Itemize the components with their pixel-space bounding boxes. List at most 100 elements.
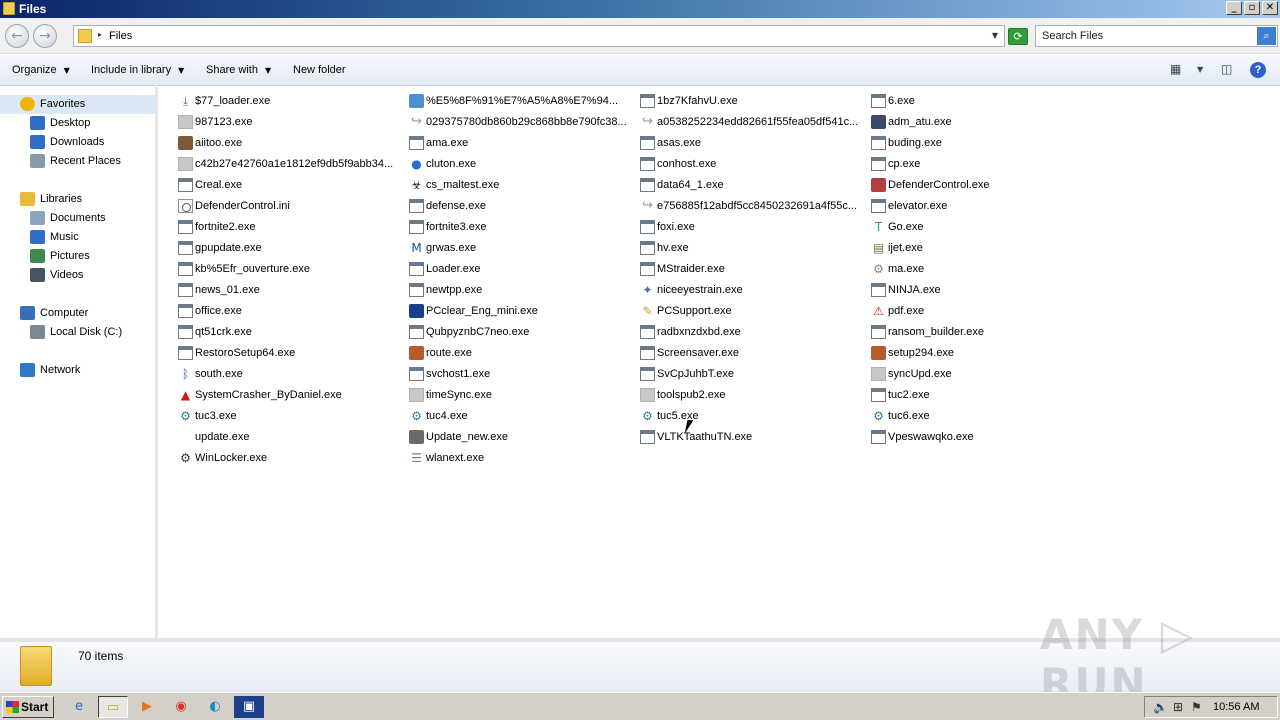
file-item[interactable]: ama.exe: [409, 134, 631, 153]
file-item[interactable]: ✎ PCSupport.exe: [640, 302, 862, 321]
file-item[interactable]: newtpp.exe: [409, 281, 631, 300]
file-item[interactable]: Screensaver.exe: [640, 344, 862, 363]
file-item[interactable]: gpupdate.exe: [178, 239, 400, 258]
address-bar[interactable]: ▸ Files ▼: [73, 25, 1005, 47]
file-item[interactable]: news_01.exe: [178, 281, 400, 300]
file-item[interactable]: Creal.exe: [178, 176, 400, 195]
sidebar-item-documents[interactable]: Documents: [0, 209, 156, 228]
search-input[interactable]: Search Files ⌕: [1035, 25, 1278, 47]
file-item[interactable]: tuc2.exe: [871, 386, 1093, 405]
sidebar-item-downloads[interactable]: Downloads: [0, 133, 156, 152]
file-item[interactable]: Vpeswawqko.exe: [871, 428, 1093, 447]
file-item[interactable]: cp.exe: [871, 155, 1093, 174]
file-item[interactable]: ⚙ WinLocker.exe: [178, 449, 400, 468]
file-item[interactable]: conhost.exe: [640, 155, 862, 174]
file-item[interactable]: radbxnzdxbd.exe: [640, 323, 862, 342]
file-item[interactable]: VLTKTaathuTN.exe: [640, 428, 862, 447]
sidebar-item-favorites[interactable]: Favorites: [0, 95, 156, 114]
file-item[interactable]: hv.exe: [640, 239, 862, 258]
media-player-icon[interactable]: ▶: [132, 696, 162, 718]
network-tray-icon[interactable]: ⊞: [1173, 700, 1183, 714]
refresh-button[interactable]: ⟳: [1008, 28, 1028, 45]
sidebar-item-recent-places[interactable]: Recent Places: [0, 152, 156, 171]
file-item[interactable]: ⚙ tuc5.exe: [640, 407, 862, 426]
file-item[interactable]: buding.exe: [871, 134, 1093, 153]
file-item[interactable]: ● cluton.exe: [409, 155, 631, 174]
edge-icon[interactable]: ◐: [200, 696, 230, 718]
flag-tray-icon[interactable]: ⚑: [1191, 700, 1202, 714]
file-item[interactable]: syncUpd.exe: [871, 365, 1093, 384]
start-button[interactable]: Start: [2, 696, 54, 718]
file-item[interactable]: ⚠ pdf.exe: [871, 302, 1093, 321]
file-item[interactable]: %E5%8F%91%E7%A5%A8%E7%94...: [409, 92, 631, 111]
file-item[interactable]: PCclear_Eng_mini.exe: [409, 302, 631, 321]
file-item[interactable]: ⚙ tuc6.exe: [871, 407, 1093, 426]
file-item[interactable]: SvCpJuhbT.exe: [640, 365, 862, 384]
new-folder-button[interactable]: New folder: [293, 64, 346, 76]
include-in-library-button[interactable]: Include in library ▼: [91, 64, 184, 76]
file-item[interactable]: c42b27e42760a1e1812ef9db5f9abb34...: [178, 155, 400, 174]
file-item[interactable]: ↪ a0538252234edd82661f55fea05df541c...: [640, 113, 862, 132]
file-item[interactable]: timeSync.exe: [409, 386, 631, 405]
file-item[interactable]: aiitoo.exe: [178, 134, 400, 153]
file-item[interactable]: 1bz7KfahvU.exe: [640, 92, 862, 111]
file-item[interactable]: elevator.exe: [871, 197, 1093, 216]
file-item[interactable]: fortnite3.exe: [409, 218, 631, 237]
app-window-icon[interactable]: ▣: [234, 696, 264, 718]
internet-explorer-icon[interactable]: e: [64, 696, 94, 718]
back-button[interactable]: ←: [5, 24, 29, 48]
file-item[interactable]: asas.exe: [640, 134, 862, 153]
file-item[interactable]: Update_new.exe: [409, 428, 631, 447]
file-item[interactable]: ᛒ south.exe: [178, 365, 400, 384]
forward-button[interactable]: →: [33, 24, 57, 48]
breadcrumb[interactable]: Files: [109, 30, 132, 42]
file-item[interactable]: defense.exe: [409, 197, 631, 216]
file-item[interactable]: fortnite2.exe: [178, 218, 400, 237]
sidebar-item-libraries[interactable]: Libraries: [0, 190, 156, 209]
chevron-right-icon[interactable]: ▸: [98, 30, 102, 39]
file-item[interactable]: kb%5Efr_ouverture.exe: [178, 260, 400, 279]
preview-pane-icon[interactable]: ◫: [1221, 62, 1232, 76]
file-item[interactable]: Mgrwas.exe: [409, 239, 631, 258]
file-item[interactable]: MStraider.exe: [640, 260, 862, 279]
file-item[interactable]: DefenderControl.ini: [178, 197, 400, 216]
file-item[interactable]: ⤓ $77_loader.exe: [178, 92, 400, 111]
sidebar-item-local-disk-c[interactable]: Local Disk (C:): [0, 323, 156, 342]
file-item[interactable]: ▲ SystemCrasher_ByDaniel.exe: [178, 386, 400, 405]
file-item[interactable]: ▤ ijet.exe: [871, 239, 1093, 258]
file-item[interactable]: 6.exe: [871, 92, 1093, 111]
file-item[interactable]: toolspub2.exe: [640, 386, 862, 405]
file-item[interactable]: ☰ wlanext.exe: [409, 449, 631, 468]
explorer-taskbar-button[interactable]: ▭: [98, 696, 128, 718]
file-item[interactable]: DefenderControl.exe: [871, 176, 1093, 195]
clock[interactable]: 10:56 AM: [1213, 701, 1259, 713]
sidebar-item-music[interactable]: Music: [0, 228, 156, 247]
file-item[interactable]: foxi.exe: [640, 218, 862, 237]
file-item[interactable]: setup294.exe: [871, 344, 1093, 363]
restore-button[interactable]: ▫: [1244, 1, 1260, 15]
sidebar-item-network[interactable]: Network: [0, 361, 156, 380]
file-item[interactable]: T Go.exe: [871, 218, 1093, 237]
sidebar-item-pictures[interactable]: Pictures: [0, 247, 156, 266]
file-item[interactable]: office.exe: [178, 302, 400, 321]
file-item[interactable]: ⚙ ma.exe: [871, 260, 1093, 279]
file-item[interactable]: ⚙ tuc4.exe: [409, 407, 631, 426]
file-item[interactable]: ↪ e756885f12abdf5cc8450232691a4f55c...: [640, 197, 862, 216]
chrome-icon[interactable]: ◉: [166, 696, 196, 718]
minimize-button[interactable]: _: [1226, 1, 1242, 15]
file-item[interactable]: ✦ niceeyestrain.exe: [640, 281, 862, 300]
file-item[interactable]: ransom_builder.exe: [871, 323, 1093, 342]
file-item[interactable]: RestoroSetup64.exe: [178, 344, 400, 363]
speaker-icon[interactable]: 🔈: [1153, 700, 1168, 714]
close-button[interactable]: ✕: [1262, 1, 1278, 15]
view-options-icon[interactable]: ▦: [1170, 62, 1181, 76]
file-item[interactable]: adm_atu.exe: [871, 113, 1093, 132]
share-with-button[interactable]: Share with ▼: [206, 64, 271, 76]
file-item[interactable]: NINJA.exe: [871, 281, 1093, 300]
search-icon[interactable]: ⌕: [1257, 27, 1276, 45]
chevron-down-icon[interactable]: ▼: [1197, 65, 1203, 74]
file-item[interactable]: QubpyznbC7neo.exe: [409, 323, 631, 342]
file-item[interactable]: ↪ 029375780db860b29c868bb8e790fc38...: [409, 113, 631, 132]
file-item[interactable]: Loader.exe: [409, 260, 631, 279]
sidebar-item-videos[interactable]: Videos: [0, 266, 156, 285]
